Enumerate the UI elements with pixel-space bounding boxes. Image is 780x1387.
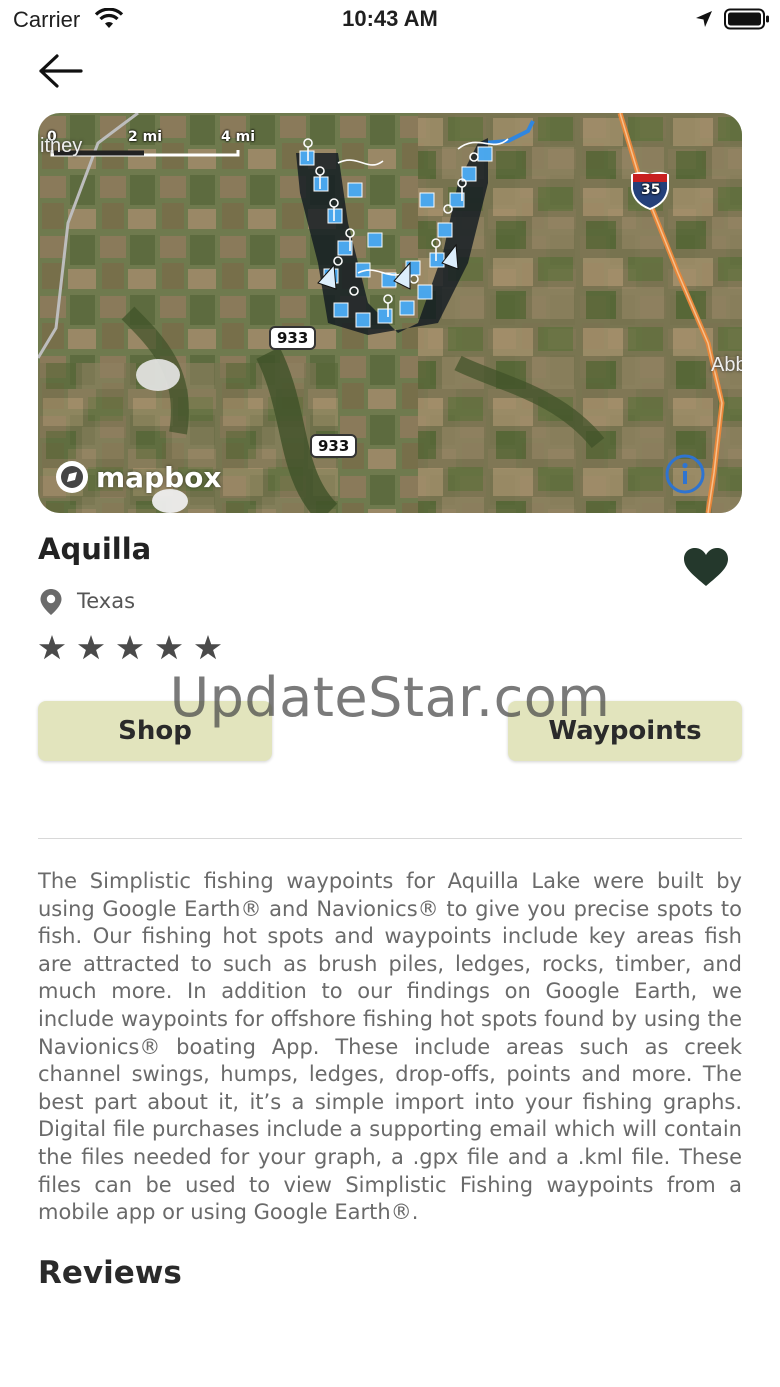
star-icon xyxy=(78,635,104,660)
status-bar: Carrier 10:43 AM xyxy=(0,0,780,40)
location-arrow-icon xyxy=(694,9,714,33)
favorite-button[interactable] xyxy=(683,547,729,591)
location-pin-icon xyxy=(39,588,63,620)
map-town-label-left: itney xyxy=(40,135,83,157)
shop-button[interactable]: Shop xyxy=(38,701,272,761)
divider xyxy=(38,838,742,839)
reviews-heading: Reviews xyxy=(38,1255,182,1291)
heart-icon xyxy=(684,548,728,586)
scale-label-2mi: 2 mi xyxy=(128,129,163,145)
road-badge-933: 933 xyxy=(269,326,317,350)
info-icon xyxy=(665,454,705,494)
mapbox-wordmark: mapbox xyxy=(96,460,222,494)
star-icon xyxy=(39,635,65,660)
star-icon xyxy=(117,635,143,660)
waypoints-button[interactable]: Waypoints xyxy=(508,701,742,761)
mapbox-icon xyxy=(56,461,88,493)
battery-icon xyxy=(724,8,770,34)
map-info-button[interactable] xyxy=(664,453,706,495)
lake-description: The Simplistic fishing waypoints for Aqu… xyxy=(38,869,742,1225)
star-icon xyxy=(156,635,182,660)
lake-state: Texas xyxy=(77,589,136,613)
star-icon xyxy=(195,635,221,660)
back-button[interactable] xyxy=(36,52,88,92)
lake-title: Aquilla xyxy=(38,532,152,566)
clock: 10:43 AM xyxy=(342,6,438,31)
back-arrow-icon xyxy=(39,54,83,88)
rating-stars xyxy=(38,632,233,664)
interstate-number: 35 xyxy=(641,182,661,198)
lake-map[interactable]: 0 2 mi 4 mi itney Abb 933 933 35 mapbox xyxy=(38,113,742,513)
road-badge-933-south: 933 xyxy=(310,434,358,458)
scale-label-4mi: 4 mi xyxy=(221,129,256,145)
mapbox-logo[interactable]: mapbox xyxy=(54,459,221,495)
map-town-label-right: Abb xyxy=(711,354,742,376)
